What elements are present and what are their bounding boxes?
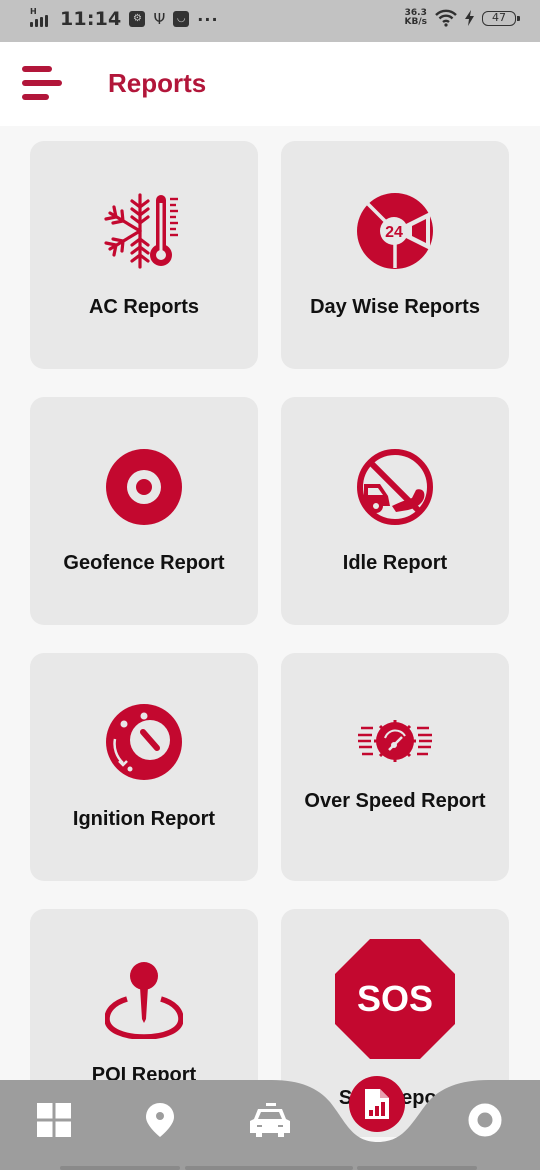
wifi-icon [435, 9, 457, 27]
report-label: Idle Report [342, 552, 448, 574]
map-pin-icon [105, 962, 183, 1039]
page-title: Reports [108, 68, 207, 98]
report-label: AC Reports [88, 296, 199, 318]
target-icon [106, 449, 182, 525]
no-idling-icon [357, 449, 433, 525]
car-icon [250, 1103, 290, 1137]
grid-icon [37, 1103, 71, 1137]
svg-text:SOS: SOS [357, 978, 433, 1019]
report-label: Geofence Report [63, 552, 225, 574]
sos-sign-icon: SOS [335, 939, 455, 1059]
network-type: H [30, 7, 37, 16]
report-card-day-wise[interactable]: 24 Day Wise Reports [281, 141, 509, 369]
shopping-bag-icon: ◡ [173, 11, 190, 27]
gesture-bar [357, 1166, 477, 1170]
network-speed: 36.3 KB/s [404, 8, 427, 27]
hamburger-menu-icon [22, 66, 52, 72]
report-chart-icon [365, 1089, 389, 1119]
24-hour-clock-icon: 24 [357, 193, 433, 269]
ring-icon [468, 1103, 502, 1137]
menu-button[interactable] [22, 66, 64, 102]
charging-icon [465, 10, 474, 26]
nav-more[interactable] [458, 1098, 512, 1142]
status-bar: H 11:14 ⚙ Ψ ◡ ··· 36.3 KB/s 47 [0, 0, 540, 42]
gesture-bar [60, 1166, 180, 1170]
report-card-ac[interactable]: AC Reports [30, 141, 258, 369]
report-label: Over Speed Report [304, 790, 486, 812]
gesture-bar [185, 1166, 353, 1170]
bottom-navigation [0, 1078, 540, 1170]
app-notification-icon: ⚙ [129, 11, 146, 27]
usb-icon: Ψ [153, 10, 166, 28]
more-notifications-icon: ··· [197, 9, 219, 29]
svg-text:24: 24 [385, 224, 403, 241]
battery-indicator: 47 [482, 10, 520, 26]
report-label: Day Wise Reports [310, 296, 480, 318]
report-card-geofence[interactable]: Geofence Report [30, 397, 258, 625]
report-card-ignition[interactable]: Ignition Report [30, 653, 258, 881]
report-card-idle[interactable]: Idle Report [281, 397, 509, 625]
signal-icon: H [30, 7, 52, 29]
snowflake-thermometer-icon [104, 193, 178, 269]
nav-location[interactable] [138, 1098, 182, 1142]
ignition-knob-icon [106, 704, 182, 780]
nav-vehicles[interactable] [246, 1098, 294, 1142]
speedometer-icon [358, 720, 432, 762]
nav-reports-active[interactable] [349, 1076, 405, 1132]
nav-dashboard[interactable] [32, 1098, 76, 1142]
clock: 11:14 [60, 8, 122, 30]
report-card-over-speed[interactable]: Over Speed Report [281, 653, 509, 881]
report-label: Ignition Report [72, 808, 216, 830]
app-header: Reports [0, 42, 540, 126]
location-pin-icon [146, 1103, 174, 1137]
